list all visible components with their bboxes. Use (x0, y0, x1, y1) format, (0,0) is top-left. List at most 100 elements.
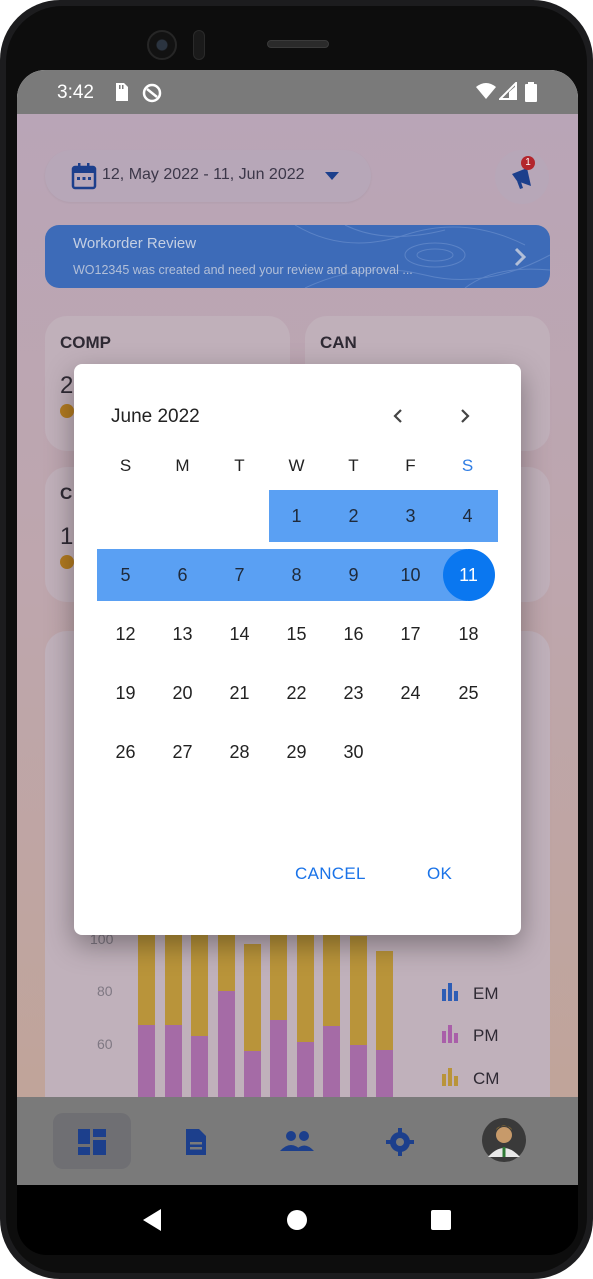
dropdown-caret-icon (325, 172, 339, 180)
day-cell[interactable]: 14 (211, 608, 268, 660)
bottom-navigation (17, 1097, 578, 1185)
day-cell[interactable]: 21 (211, 667, 268, 719)
day-cell[interactable]: 19 (97, 667, 154, 719)
battery-icon (525, 82, 537, 108)
status-bar: 3:42 (17, 70, 578, 114)
bar-pm (191, 1036, 208, 1106)
day-cell[interactable]: 12 (97, 608, 154, 660)
y-tick: 80 (97, 983, 113, 999)
front-camera (147, 30, 177, 60)
legend-cm: CM (473, 1069, 500, 1088)
system-navigation-bar (17, 1185, 578, 1255)
date-picker-dialog: June 2022 S M T W T F S 1 2 3 4 5 6 7 8 … (74, 364, 521, 935)
day-cell[interactable]: 18 (440, 608, 497, 660)
bar-cm (323, 934, 340, 1027)
bar-pm (350, 1045, 367, 1105)
calendar-icon (71, 162, 97, 195)
chevron-right-icon (461, 409, 470, 423)
date-range-picker-button[interactable]: 12, May 2022 - 11, Jun 2022 (45, 150, 371, 202)
next-month-button[interactable] (451, 402, 479, 430)
day-cell[interactable]: 13 (154, 608, 211, 660)
proximity-sensor (193, 30, 205, 60)
day-cell[interactable]: 23 (325, 667, 382, 719)
day-cell[interactable]: 22 (268, 667, 325, 719)
day-cell[interactable]: 3 (382, 490, 439, 542)
nav-profile[interactable] (465, 1113, 543, 1169)
day-cell[interactable]: 26 (97, 726, 154, 778)
earpiece-speaker (267, 40, 329, 48)
nav-dashboard[interactable] (53, 1113, 131, 1169)
chevron-right-icon (513, 247, 527, 272)
kpi-label: COMP (60, 333, 111, 352)
sync-icon (141, 82, 163, 110)
dashboard-icon (78, 1129, 106, 1155)
cell-signal-icon (497, 80, 517, 106)
day-cell-selected[interactable]: 11 (440, 549, 497, 601)
day-cell[interactable]: 6 (154, 549, 211, 601)
cancel-button[interactable]: CANCEL (295, 864, 366, 884)
kpi-value: 1 (60, 523, 74, 550)
weekday-label: W (288, 456, 305, 475)
bar-cm (297, 931, 314, 1043)
kpi-trend-icon (60, 404, 74, 418)
bar-cm (244, 944, 261, 1052)
day-cell[interactable]: 10 (382, 549, 439, 601)
day-cell[interactable]: 24 (382, 667, 439, 719)
day-cell[interactable]: 29 (268, 726, 325, 778)
kpi-trend-icon (60, 555, 74, 569)
home-icon[interactable] (286, 1209, 308, 1231)
nav-people[interactable] (259, 1113, 337, 1169)
bar-pm (323, 1026, 340, 1106)
day-cell[interactable]: 5 (97, 549, 154, 601)
kpi-label: C (60, 484, 73, 503)
day-cell[interactable]: 20 (154, 667, 211, 719)
day-cell[interactable]: 16 (325, 608, 382, 660)
bar-pm (138, 1025, 155, 1105)
banner-subtitle: WO12345 was created and need your review… (73, 263, 413, 277)
day-cell[interactable]: 27 (154, 726, 211, 778)
day-cell[interactable]: 8 (268, 549, 325, 601)
bar-cm (376, 951, 393, 1051)
weekday-label: F (405, 456, 416, 475)
kpi-label: CAN (320, 333, 357, 352)
day-cell[interactable]: 9 (325, 549, 382, 601)
nav-documents[interactable] (157, 1113, 235, 1169)
em-legend-icon (441, 981, 461, 1006)
bar-pm (270, 1020, 287, 1105)
day-cell[interactable]: 2 (325, 490, 382, 542)
bar-cm (165, 931, 182, 1026)
bar-cm (138, 931, 155, 1026)
bar-pm (165, 1025, 182, 1105)
status-time: 3:42 (57, 82, 94, 103)
weekday-label: T (348, 456, 359, 475)
day-cell[interactable]: 7 (211, 549, 268, 601)
banner-title: Workorder Review (73, 235, 197, 252)
bar-cm (350, 936, 367, 1046)
date-range-label: 12, May 2022 - 11, Jun 2022 (102, 166, 305, 183)
day-cell[interactable]: 15 (268, 608, 325, 660)
day-cell[interactable]: 17 (382, 608, 439, 660)
recents-icon[interactable] (430, 1209, 452, 1231)
day-cell[interactable]: 28 (211, 726, 268, 778)
ok-button[interactable]: OK (427, 864, 452, 884)
day-cell[interactable]: 1 (268, 490, 325, 542)
chevron-left-icon (393, 409, 402, 423)
kpi-value: 2 (60, 372, 74, 399)
day-cell[interactable]: 30 (325, 726, 382, 778)
wifi-icon (475, 82, 497, 106)
bar-pm (218, 991, 235, 1106)
weekday-label: S (119, 456, 132, 475)
day-cell[interactable]: 4 (439, 490, 496, 542)
workorder-review-banner[interactable]: Workorder Review WO12345 was created and… (45, 225, 550, 288)
nav-settings[interactable] (361, 1113, 439, 1169)
people-icon (280, 1131, 314, 1151)
avatar (482, 1118, 526, 1162)
legend-em: EM (473, 984, 499, 1003)
bar-cm (218, 931, 235, 991)
document-icon (186, 1129, 206, 1155)
bar-cm (270, 931, 287, 1021)
day-cell[interactable]: 25 (440, 667, 497, 719)
previous-month-button[interactable] (384, 402, 412, 430)
back-icon[interactable] (141, 1207, 163, 1233)
sd-card-icon (113, 82, 129, 108)
